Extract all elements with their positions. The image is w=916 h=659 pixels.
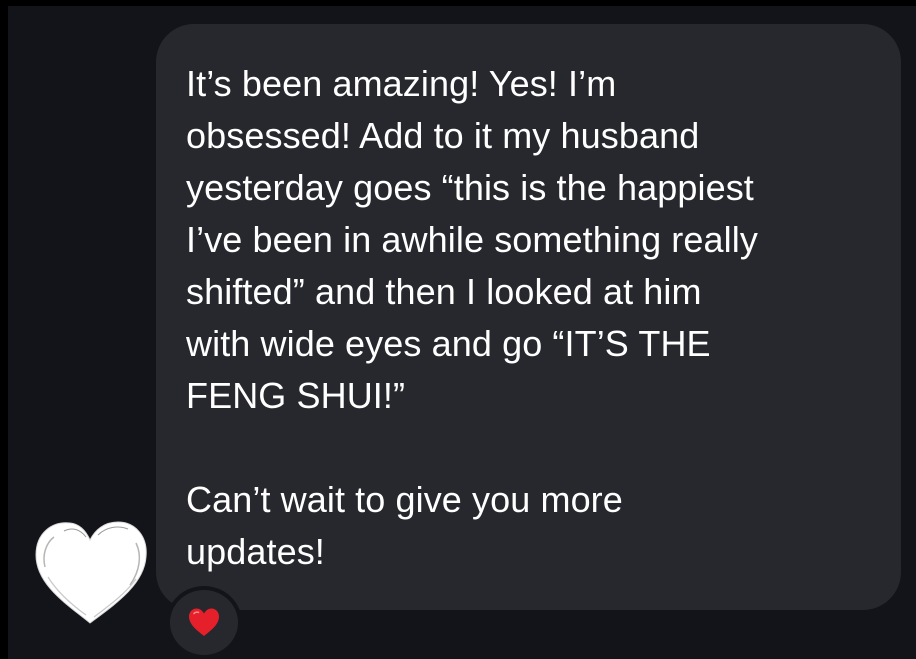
red-heart-icon — [189, 608, 219, 636]
chat-screen: It’s been amazing! Yes! I’m obsessed! Ad… — [8, 6, 916, 659]
message-bubble[interactable]: It’s been amazing! Yes! I’m obsessed! Ad… — [156, 24, 901, 610]
message-paragraph: Can’t wait to give you more updates! — [186, 479, 623, 572]
white-heart-icon — [35, 521, 147, 624]
message-paragraph: It’s been amazing! Yes! I’m obsessed! Ad… — [186, 63, 758, 416]
reaction-badge[interactable] — [166, 586, 242, 659]
sender-avatar[interactable] — [28, 513, 153, 631]
